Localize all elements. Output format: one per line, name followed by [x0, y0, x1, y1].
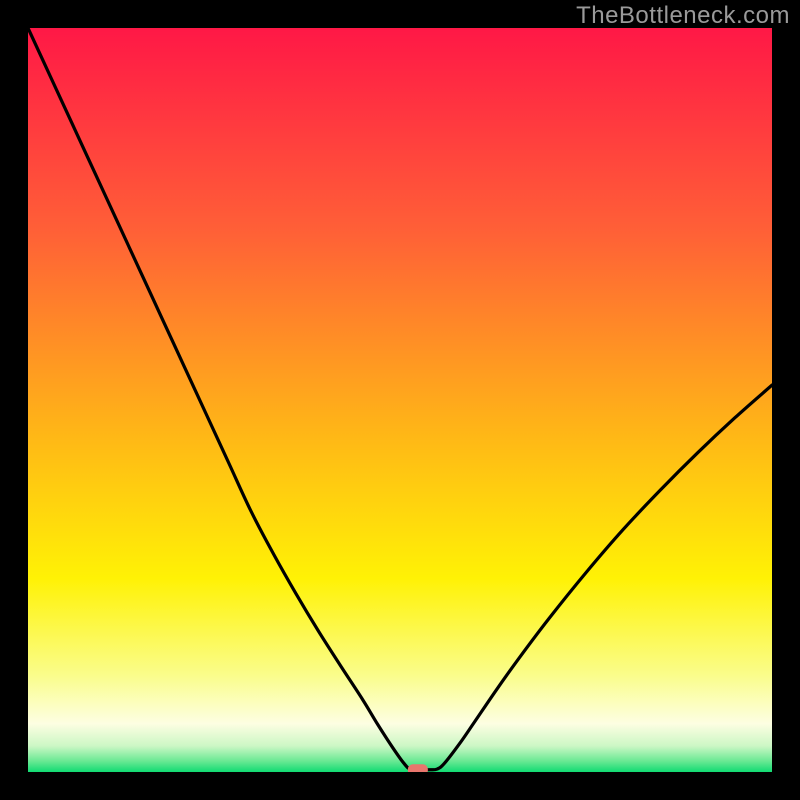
watermark-text: TheBottleneck.com [576, 2, 790, 30]
chart-frame: TheBottleneck.com [0, 0, 800, 800]
gradient-background [28, 28, 772, 772]
bottleneck-chart-svg [28, 28, 772, 772]
plot-area [28, 28, 772, 772]
optimal-marker [408, 764, 428, 772]
